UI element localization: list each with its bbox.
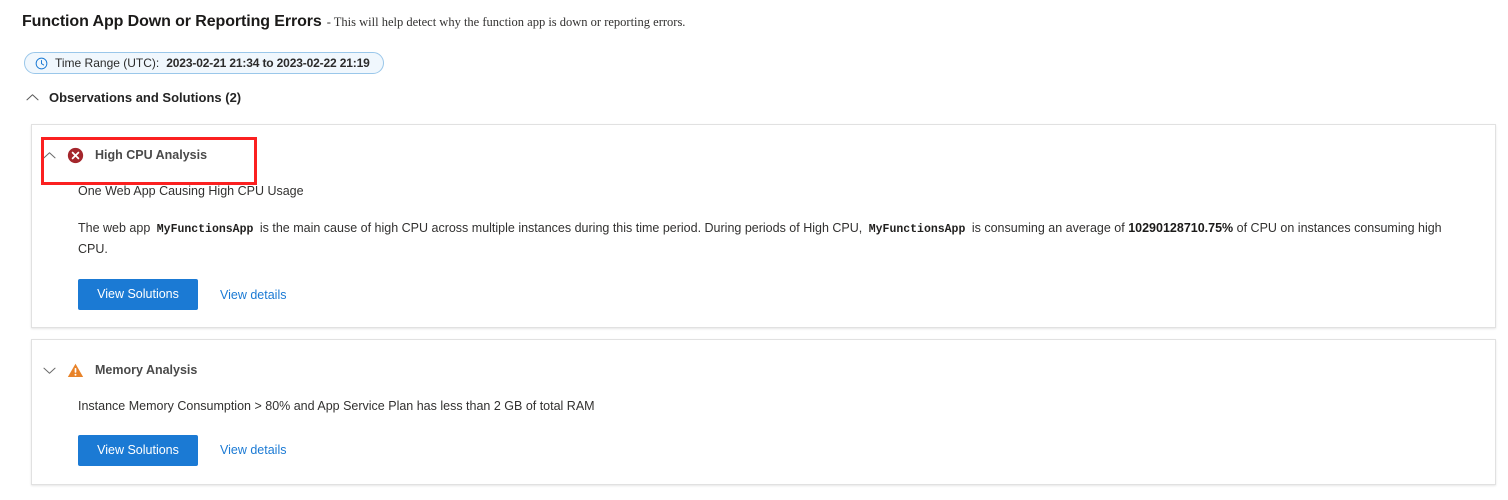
time-range-value: 2023-02-21 21:34 to 2023-02-22 21:19 bbox=[166, 56, 370, 70]
detail-part-1: The web app bbox=[78, 220, 151, 235]
card-summary-high-cpu-analysis: One Web App Causing High CPU Usage bbox=[78, 184, 304, 198]
page-title: Function App Down or Reporting Errors bbox=[22, 13, 322, 30]
error-circle-x-icon bbox=[67, 147, 84, 163]
card-body-memory-analysis: Instance Memory Consumption > 80% and Ap… bbox=[32, 398, 1495, 466]
view-details-link-memory-analysis[interactable]: View details bbox=[220, 443, 286, 457]
view-solutions-button-memory-analysis[interactable]: View Solutions bbox=[78, 434, 198, 466]
cpu-average-value: 10290128710.75% bbox=[1128, 220, 1234, 235]
card-header-high-cpu-analysis[interactable]: High CPU Analysis bbox=[32, 125, 207, 168]
card-summary-memory-analysis: Instance Memory Consumption > 80% and Ap… bbox=[78, 399, 595, 413]
detail-part-3: is consuming an average of bbox=[971, 220, 1125, 235]
chevron-up-icon bbox=[26, 94, 39, 101]
observations-section-title: Observations and Solutions (2) bbox=[49, 90, 242, 105]
app-name-token-1: MyFunctionsApp bbox=[156, 222, 254, 236]
chevron-down-icon[interactable] bbox=[43, 366, 56, 375]
card-header-memory-analysis[interactable]: Memory Analysis bbox=[32, 340, 197, 383]
card-body-high-cpu-analysis: One Web App Causing High CPU Usage The w… bbox=[32, 183, 1495, 311]
chevron-up-icon[interactable] bbox=[43, 151, 56, 160]
warning-triangle-icon bbox=[67, 363, 84, 377]
time-range-pill[interactable]: Time Range (UTC): 2023-02-21 21:34 to 20… bbox=[24, 52, 384, 74]
detail-part-2: is the main cause of high CPU across mul… bbox=[259, 220, 863, 235]
card-title-memory-analysis: Memory Analysis bbox=[95, 363, 198, 377]
page-subtitle: - This will help detect why the function… bbox=[327, 15, 686, 30]
page-subtitle-separator: - bbox=[326, 15, 331, 29]
app-name-token-2: MyFunctionsApp bbox=[868, 222, 966, 236]
observation-card-high-cpu-analysis: High CPU Analysis One Web App Causing Hi… bbox=[31, 124, 1496, 328]
card-detail-high-cpu-analysis: The web app MyFunctionsApp is the main c… bbox=[78, 218, 1449, 261]
observations-section-header[interactable]: Observations and Solutions (2) bbox=[26, 90, 241, 105]
page-subtitle-text: This will help detect why the function a… bbox=[333, 15, 686, 29]
time-range-label: Time Range (UTC): bbox=[55, 56, 160, 70]
clock-icon bbox=[35, 57, 48, 69]
card-title-high-cpu-analysis: High CPU Analysis bbox=[95, 148, 208, 162]
card-actions-memory-analysis: View Solutions View details bbox=[78, 434, 1449, 466]
card-actions-high-cpu-analysis: View Solutions View details bbox=[78, 279, 1449, 311]
observation-card-memory-analysis: Memory Analysis Instance Memory Consumpt… bbox=[31, 339, 1496, 485]
view-solutions-button-high-cpu-analysis[interactable]: View Solutions bbox=[78, 279, 198, 311]
page-header: Function App Down or Reporting Errors - … bbox=[22, 13, 685, 31]
view-details-link-high-cpu-analysis[interactable]: View details bbox=[220, 288, 286, 302]
